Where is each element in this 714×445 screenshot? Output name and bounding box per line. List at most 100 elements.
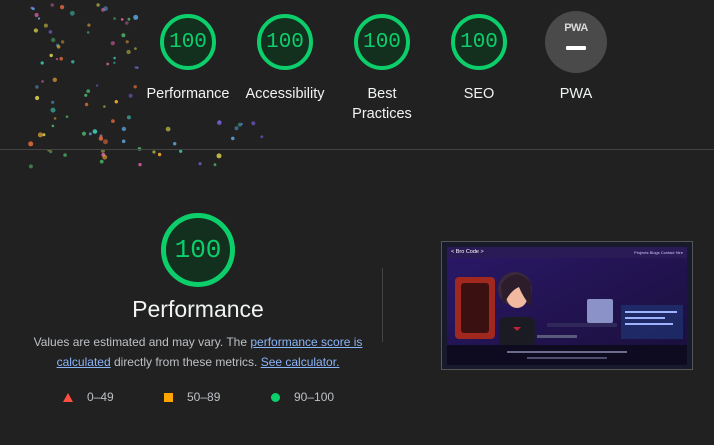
confetti-dot <box>50 3 55 7</box>
confetti-dot <box>114 100 119 104</box>
confetti-dot <box>35 85 39 89</box>
final-screenshot[interactable]: < Bro Code > Projects Blogs Contact Hire <box>441 241 693 370</box>
confetti-dot <box>53 117 57 120</box>
confetti-dot <box>251 121 256 126</box>
confetti-dot <box>113 61 116 64</box>
confetti-dot <box>71 60 75 64</box>
vertical-divider <box>382 268 383 342</box>
screenshot-nav-links: Projects Blogs Contact Hire <box>634 250 683 255</box>
category-accessibility[interactable]: 100 Accessibility <box>240 14 330 104</box>
confetti-dot <box>51 100 55 104</box>
confetti-dot <box>157 152 162 157</box>
confetti-dot <box>42 133 46 137</box>
description-text: directly from these metrics. <box>110 355 261 369</box>
screenshot-site-name: < Bro Code > <box>451 249 484 255</box>
pwa-badge-text: PWA <box>564 22 588 34</box>
section-divider <box>0 149 714 150</box>
confetti-dot <box>121 33 126 38</box>
confetti-dot <box>125 40 129 44</box>
confetti-dot <box>126 49 131 55</box>
legend-average: 50–89 <box>164 390 220 404</box>
legend-fail: 0–49 <box>63 390 114 404</box>
confetti-dot <box>106 62 110 66</box>
category-pwa[interactable]: PWA PWA <box>531 11 621 104</box>
confetti-dot <box>127 17 131 21</box>
category-best-practices[interactable]: 100 Best Practices <box>337 14 427 124</box>
confetti-dot <box>111 119 115 123</box>
confetti-dot <box>128 93 133 98</box>
confetti-dot <box>81 131 87 136</box>
confetti-dot <box>92 129 98 134</box>
confetti-dot <box>40 61 44 65</box>
confetti-dot <box>99 159 104 164</box>
legend-pass: 90–100 <box>271 390 334 404</box>
confetti-dot <box>32 7 35 11</box>
confetti-dot <box>134 47 137 50</box>
pwa-badge-icon: PWA <box>545 11 607 73</box>
confetti-dot <box>49 53 53 58</box>
confetti-dot <box>126 115 131 120</box>
calculator-link[interactable]: See calculator. <box>261 355 340 369</box>
triangle-icon <box>63 392 73 402</box>
confetti-dot <box>52 77 57 83</box>
square-icon <box>164 392 173 402</box>
confetti-dot <box>103 6 108 11</box>
confetti-dot <box>213 163 217 167</box>
confetti-dot <box>113 56 116 60</box>
confetti-dot <box>65 115 69 118</box>
confetti-dot <box>98 136 104 141</box>
pwa-dash-icon <box>566 46 586 50</box>
category-label: PWA <box>559 86 593 102</box>
confetti-dot <box>234 126 239 131</box>
confetti-dot <box>86 89 91 93</box>
category-performance[interactable]: 100 Performance <box>143 14 233 104</box>
confetti-dot <box>43 23 48 28</box>
confetti-dot <box>86 31 90 34</box>
confetti-dot <box>237 122 242 127</box>
best-practices-score-gauge: 100 <box>354 14 410 70</box>
confetti-dot <box>216 153 222 159</box>
confetti-dot <box>49 150 53 154</box>
confetti-dot <box>103 105 106 108</box>
category-label: Performance <box>146 86 230 102</box>
confetti-dot <box>33 28 39 33</box>
confetti-dot <box>59 56 63 61</box>
confetti-dot <box>60 40 65 44</box>
legend-label: 0–49 <box>87 390 114 404</box>
performance-description: Values are estimated and may vary. The p… <box>30 332 366 372</box>
confetti-dot <box>56 45 61 49</box>
confetti-dot <box>165 126 171 132</box>
confetti-dot <box>133 85 137 89</box>
confetti-dot <box>134 66 138 69</box>
confetti-dot <box>102 154 108 160</box>
confetti-dot <box>63 153 67 157</box>
confetti-dot <box>69 10 75 16</box>
confetti-dot <box>41 80 44 83</box>
confetti-dot <box>125 21 129 25</box>
confetti-dot <box>28 164 33 169</box>
description-text: Values are estimated and may vary. The <box>33 335 251 349</box>
confetti-dot <box>37 17 41 20</box>
confetti-dot <box>88 132 92 136</box>
screenshot-nav: < Bro Code > Projects Blogs Contact Hire <box>447 247 687 258</box>
confetti-dot <box>120 18 124 21</box>
category-seo[interactable]: 100 SEO <box>434 14 524 104</box>
confetti-dot <box>34 12 39 18</box>
performance-title: Performance <box>132 296 264 322</box>
confetti-dot <box>198 162 202 166</box>
confetti-dot <box>173 142 177 146</box>
confetti-dot <box>60 5 65 10</box>
confetti-dot <box>121 139 126 144</box>
screenshot-page: < Bro Code > Projects Blogs Contact Hire <box>447 247 687 365</box>
confetti-dot <box>179 149 183 153</box>
category-label: Best Practices <box>352 86 412 122</box>
confetti-dot <box>133 14 139 20</box>
confetti-dot <box>55 57 59 61</box>
performance-score-gauge: 100 <box>160 14 216 70</box>
seo-score-gauge: 100 <box>451 14 507 70</box>
legend-label: 90–100 <box>294 390 335 404</box>
legend-label: 50–89 <box>187 390 221 404</box>
confetti-dot <box>95 84 99 87</box>
accessibility-score-gauge: 100 <box>257 14 313 70</box>
category-label: Accessibility <box>245 86 325 102</box>
